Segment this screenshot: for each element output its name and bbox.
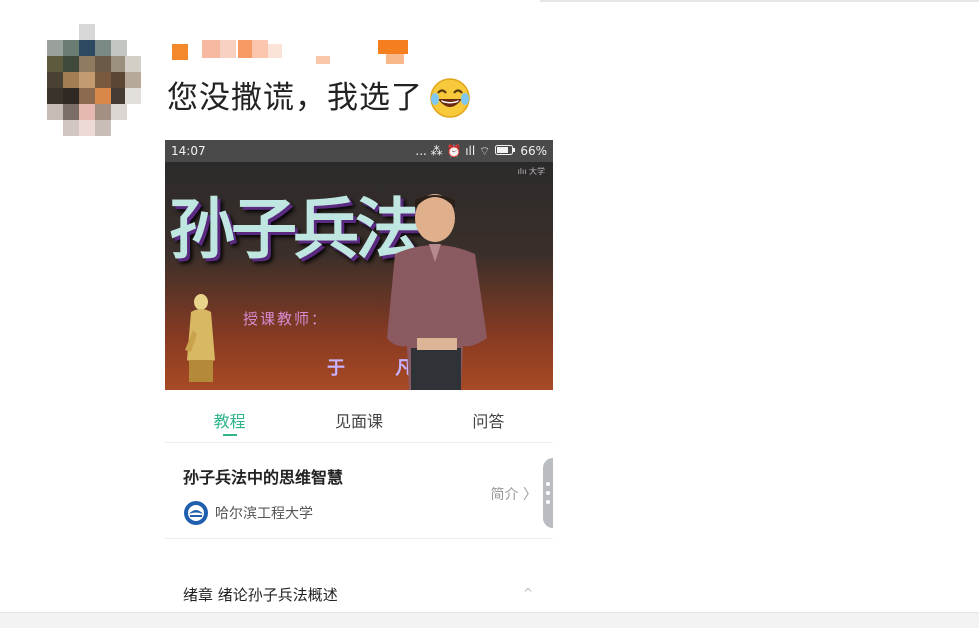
chevron-up-icon[interactable]: ^ [523, 586, 533, 600]
bottom-divider [0, 612, 979, 628]
video-teacher-label: 授课教师： [243, 310, 329, 328]
embedded-app-screenshot[interactable]: 14:07 ... ⁂ ⏰ ıll ⌔ 66% 孙子兵法 ılıı 大学 授课教… [165, 140, 553, 612]
presenter-figure [387, 194, 487, 390]
organization-name: 哈尔滨工程大学 [215, 506, 313, 522]
university-logo-icon [184, 501, 208, 525]
chapter-title[interactable]: 绪章 绪论孙子兵法概述 [183, 584, 338, 605]
post-text: 您没撒谎，我选了 [167, 76, 471, 120]
tab-qa[interactable]: 问答 [424, 390, 553, 442]
username-pixelated[interactable] [172, 38, 412, 66]
status-time: 14:07 [171, 144, 206, 158]
laughing-tears-emoji-icon [429, 77, 471, 119]
tab-tutorial[interactable]: 教程 [165, 390, 294, 442]
battery-level: 66% [520, 144, 547, 158]
tab-meeting-class[interactable]: 见面课 [294, 390, 423, 442]
course-title: 孙子兵法中的思维智慧 [183, 468, 344, 487]
status-icons: ... ⁂ ⏰ ıll ⌔ [415, 143, 491, 158]
statue-figure [185, 294, 215, 382]
course-info-card[interactable]: 孙子兵法中的思维智慧 哈尔滨工程大学 简介 〉 [165, 450, 553, 539]
course-tabs: 教程 见面课 问答 [165, 390, 553, 443]
battery-icon [495, 144, 516, 158]
post-text-content: 您没撒谎，我选了 [167, 80, 423, 116]
course-video-player[interactable]: 孙子兵法 ılıı 大学 授课教师： 于 凡 [165, 162, 553, 390]
video-watermark: ılıı 大学 [517, 167, 545, 176]
avatar[interactable] [47, 24, 141, 136]
side-drawer-handle[interactable] [543, 458, 553, 528]
top-divider [540, 0, 979, 2]
course-organization[interactable]: 哈尔滨工程大学 [183, 500, 313, 526]
status-bar: 14:07 ... ⁂ ⏰ ıll ⌔ 66% [165, 140, 553, 162]
intro-link[interactable]: 简介 〉 [491, 484, 537, 504]
